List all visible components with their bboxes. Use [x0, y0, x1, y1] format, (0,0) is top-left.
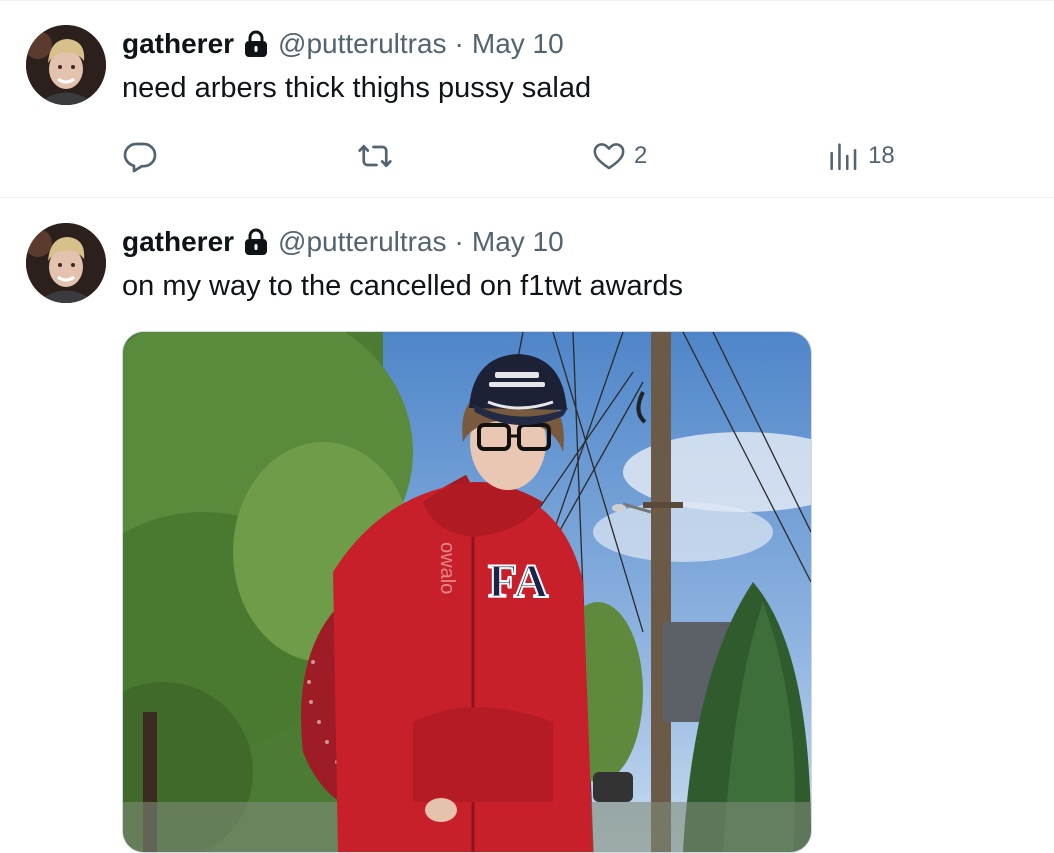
author-name[interactable]: gatherer — [122, 226, 234, 258]
photo-illustration: FA owalo — [123, 332, 811, 852]
tweet-photo[interactable]: FA owalo — [122, 331, 812, 853]
views-count: 18 — [868, 142, 895, 169]
author-handle[interactable]: @putterultras — [278, 226, 447, 258]
separator: · — [454, 28, 464, 59]
avatar[interactable] — [26, 25, 106, 105]
author-handle[interactable]: @putterultras — [278, 28, 447, 60]
reply-button[interactable] — [122, 136, 166, 176]
like-icon — [592, 139, 626, 173]
reply-icon — [122, 138, 158, 174]
avatar[interactable] — [26, 223, 106, 303]
tweet-date[interactable]: May 10 — [472, 226, 564, 258]
tweet[interactable]: gatherer @putterultras · May 10 on my wa… — [0, 198, 1054, 853]
like-button[interactable]: 2 — [592, 136, 647, 176]
retweet-button[interactable] — [356, 136, 402, 176]
tweet-text: need arbers thick thighs pussy salad — [122, 72, 592, 104]
tweet-actions: 2 18 — [0, 136, 1054, 176]
views-icon — [826, 139, 860, 173]
retweet-icon — [356, 138, 394, 174]
tweet[interactable]: gatherer @putterultras · May 10 need arb… — [0, 0, 1054, 198]
bag-text: owalo — [436, 542, 458, 594]
tweet-date[interactable]: May 10 — [472, 28, 564, 60]
author-name[interactable]: gatherer — [122, 28, 234, 60]
views-button[interactable]: 18 — [826, 136, 895, 176]
like-count: 2 — [634, 142, 648, 169]
hoodie-text: FA — [488, 555, 549, 608]
tweet-text: on my way to the cancelled on f1twt awar… — [122, 270, 683, 302]
lock-icon — [244, 30, 268, 58]
tweet-header: gatherer @putterultras · May 10 — [122, 226, 564, 258]
lock-icon — [244, 228, 268, 256]
tweet-header: gatherer @putterultras · May 10 — [122, 28, 564, 60]
separator: · — [454, 226, 464, 257]
